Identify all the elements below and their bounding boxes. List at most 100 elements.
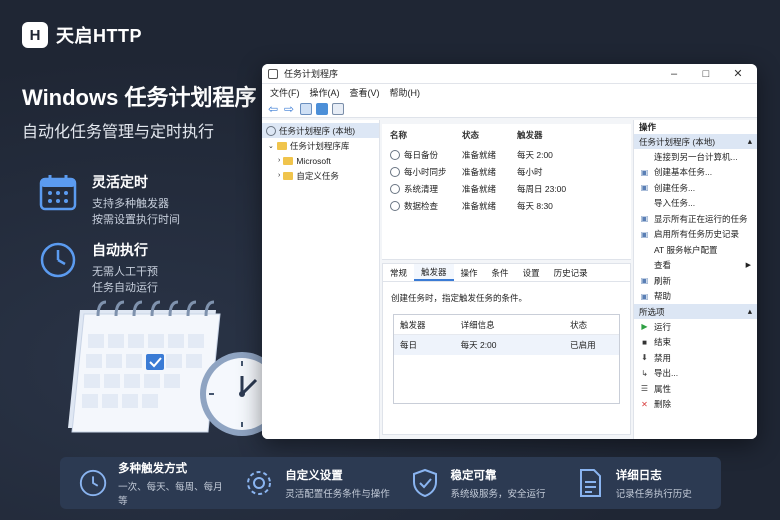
action-item[interactable]: ⬇ 禁用 [634,350,757,366]
close-icon[interactable]: ✕ [725,67,751,80]
back-arrow-icon[interactable]: ⇦ [268,103,280,115]
forward-arrow-icon[interactable]: ⇨ [284,103,296,115]
collapse-up-icon[interactable]: ▴ [748,306,752,317]
column-header-status[interactable]: 状态 [570,319,619,331]
folder-icon [276,141,287,150]
tab-general[interactable]: 常规 [383,264,414,281]
clock-icon [79,469,107,497]
bottom-item-reliable: 稳定可靠 系统级服务，安全运行 [391,467,556,500]
action-label: 运行 [654,321,672,332]
tree-item-custom[interactable]: › 自定义任务 [262,168,379,183]
trigger-table-header: 触发器 详细信息 状态 [394,315,619,335]
action-item[interactable]: 查看 ▶ [634,258,757,274]
task-trigger: 每周日 23:00 [517,183,567,194]
actions-section-local[interactable]: 任务计划程序 (本地) ▴ [634,134,757,149]
column-header-name[interactable]: 名称 [382,129,462,141]
properties-icon: ☰ [640,384,649,394]
task-row[interactable]: 每小时同步 准备就绪 每小时 [382,163,631,180]
menu-view[interactable]: 查看(V) [350,86,380,99]
tree-item-library[interactable]: ⌄ 任务计划程序库 [262,138,379,153]
document-icon [579,469,601,497]
action-item[interactable]: ☰ 属性 [634,381,757,397]
feature-line: 无需人工干预 [92,266,158,278]
folder-icon [283,171,294,180]
menu-help[interactable]: 帮助(H) [390,86,421,99]
task-row[interactable]: 系统清理 准备就绪 每周日 23:00 [382,180,631,197]
task-name: 每日备份 [404,149,439,160]
trigger-row[interactable]: 每日 每天 2:00 已启用 [394,335,619,355]
tab-triggers[interactable]: 触发器 [414,264,454,281]
bottom-item-custom-settings: 自定义设置 灵活配置任务条件与操作 [225,467,390,500]
column-header-status[interactable]: 状态 [462,129,517,141]
action-item[interactable]: AT 服务帐户配置 [634,242,757,258]
task-list: 名称 状态 触发器 每日备份 准备就绪 每天 2:00 每小时同步 准备就绪 每… [382,124,631,260]
collapse-up-icon[interactable]: ▴ [748,136,752,147]
console-tree-icon[interactable] [300,102,312,115]
tab-actions[interactable]: 操作 [454,264,485,281]
app-icon [268,68,278,79]
action-item[interactable]: ✕ 删除 [634,397,757,413]
task-clock-icon [390,149,400,160]
action-label: 刷新 [654,275,672,286]
action-item[interactable]: ▶ 运行 [634,319,757,335]
properties-icon[interactable] [316,102,328,115]
toolbar: ⇦ ⇨ [262,100,757,118]
chevron-right-icon[interactable]: › [278,157,280,164]
column-header-detail[interactable]: 详细信息 [461,319,571,331]
task-row[interactable]: 数据检查 准备就绪 每天 8:30 [382,197,631,214]
action-item[interactable]: ▣ 创建任务... [634,180,757,196]
folder-icon [283,156,294,165]
action-item[interactable]: ▣ 刷新 [634,273,757,289]
maximize-icon[interactable]: □ [693,68,719,80]
action-item[interactable]: ▣ 显示所有正在运行的任务 [634,211,757,227]
disable-icon: ⬇ [641,353,648,363]
chevron-right-icon[interactable]: › [278,172,280,179]
section-label: 所选项 [639,306,665,317]
action-label: 帮助 [654,291,672,302]
hero-title: Windows 任务计划程序 [22,85,257,110]
hero-subtitle: 自动化任务管理与定时执行 [22,124,215,141]
tree-item-microsoft[interactable]: › Microsoft [262,153,379,168]
bottom-item-desc: 灵活配置任务条件与操作 [285,488,390,500]
actions-section-selected[interactable]: 所选项 ▴ [634,304,757,319]
calendar-icon [39,175,77,211]
task-clock-icon [390,166,400,177]
task-row[interactable]: 每日备份 准备就绪 每天 2:00 [382,146,631,163]
history-icon: ▣ [640,229,649,239]
tab-history[interactable]: 历史记录 [547,264,595,281]
action-item[interactable]: ▣ 启用所有任务历史记录 [634,227,757,243]
action-pane-icon[interactable] [332,102,344,115]
action-label: 删除 [654,399,672,410]
bottom-item-triggers: 多种触发方式 一次、每天、每周、每月等 [60,460,225,507]
minimize-icon[interactable]: – [661,68,687,80]
task-detail-panel: 常规 触发器 操作 条件 设置 历史记录 创建任务时，指定触发任务的条件。 触发… [382,263,631,435]
task-name: 数据检查 [404,200,439,211]
menu-action[interactable]: 操作(A) [310,86,340,99]
action-item[interactable]: ↳ 导出... [634,366,757,382]
tab-conditions[interactable]: 条件 [485,264,516,281]
action-label: 属性 [654,383,672,394]
menu-file[interactable]: 文件(F) [270,86,300,99]
action-item[interactable]: ▣ 创建基本任务... [634,165,757,181]
action-item[interactable]: 导入任务... [634,196,757,212]
bottom-item-logs: 详细日志 记录任务执行历史 [556,467,721,500]
trigger-detail: 每天 2:00 [460,340,497,350]
action-item[interactable]: 连接到另一台计算机... [634,149,757,165]
column-header-trigger[interactable]: 触发器 [394,319,461,331]
chevron-down-icon[interactable]: ⌄ [268,142,274,150]
column-header-trigger[interactable]: 触发器 [517,129,587,141]
title-bar: 任务计划程序 – □ ✕ [262,64,757,84]
trigger-type: 每日 [400,340,418,350]
action-item[interactable]: ▣ 帮助 [634,289,757,305]
action-label: 导入任务... [654,198,696,209]
menu-bar: 文件(F) 操作(A) 查看(V) 帮助(H) [262,84,757,100]
task-trigger: 每天 2:00 [517,149,553,160]
action-item[interactable]: ■ 结束 [634,335,757,351]
help-icon: ▣ [640,291,649,301]
task-status: 准备就绪 [462,183,497,194]
gear-icon [247,471,272,495]
feature-title: 灵活定时 [92,174,148,190]
tab-settings[interactable]: 设置 [516,264,547,281]
tree-item-local[interactable]: 任务计划程序 (本地) [262,123,379,138]
feature-auto-run: 自动执行 无需人工干预 任务自动运行 [38,240,158,296]
